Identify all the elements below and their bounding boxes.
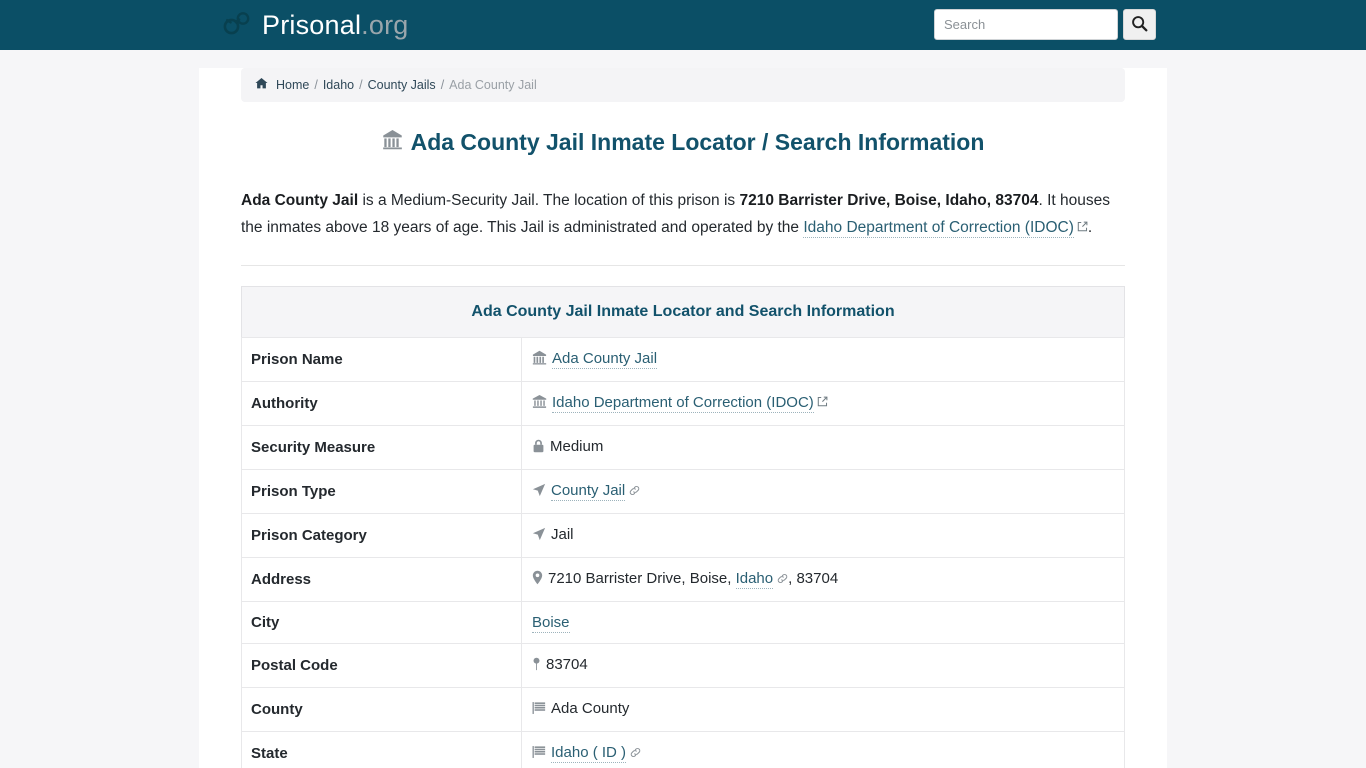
- table-row: Prison Category Jail: [241, 513, 1125, 558]
- home-icon: [255, 77, 268, 93]
- search-icon: [1131, 15, 1148, 35]
- external-link-icon: [1077, 219, 1088, 236]
- jail-building-icon: [532, 350, 547, 369]
- postal-code-value: 83704: [546, 656, 588, 674]
- breadcrumb-item-current: Ada County Jail: [449, 78, 537, 92]
- state-link[interactable]: Idaho ( ID ): [551, 744, 627, 764]
- intro-text-3: .: [1087, 218, 1093, 236]
- table-row: Security Measure Medium: [241, 425, 1125, 470]
- row-value-postal-code: 83704: [521, 643, 1125, 688]
- external-link-icon: [817, 394, 828, 411]
- table-caption: Ada County Jail Inmate Locator and Searc…: [241, 286, 1125, 338]
- table-row: County Ada County: [241, 687, 1125, 732]
- brand-name: Prisonal: [262, 9, 362, 40]
- intro-text-1: is a Medium-Security Jail. The location …: [358, 191, 740, 209]
- chain-link-icon: [777, 571, 788, 588]
- intro-paragraph: Ada County Jail is a Medium-Security Jai…: [241, 188, 1125, 241]
- row-value-prison-name: Ada County Jail: [521, 337, 1125, 382]
- row-value-prison-type: County Jail: [521, 469, 1125, 514]
- address-state-link[interactable]: Idaho: [735, 570, 774, 590]
- table-row: State Idaho ( ID ): [241, 731, 1125, 768]
- location-arrow-icon: [532, 528, 546, 545]
- row-value-county: Ada County: [521, 687, 1125, 732]
- authority-link[interactable]: Idaho Department of Correction (IDOC): [552, 394, 814, 414]
- brand-tld: .org: [361, 9, 409, 40]
- prison-name-link[interactable]: Ada County Jail: [552, 350, 658, 370]
- brand-title: Prisonal.org: [262, 9, 409, 40]
- handcuffs-icon: [222, 10, 252, 41]
- jail-building-icon: [382, 128, 403, 158]
- intro-prison-name: Ada County Jail: [241, 191, 359, 209]
- row-label-authority: Authority: [241, 381, 522, 426]
- flag-icon: [532, 746, 546, 763]
- table-row: Prison Name Ada County Jail: [241, 337, 1125, 382]
- map-pin-icon: [532, 570, 543, 589]
- chain-link-icon: [630, 745, 641, 762]
- page-container: Home / Idaho / County Jails / Ada County…: [199, 68, 1167, 768]
- page-title-text: Ada County Jail Inmate Locator / Search …: [410, 129, 985, 155]
- search-button[interactable]: [1123, 9, 1156, 40]
- prison-info-table: Prison Name Ada County Jail Authority Id…: [241, 337, 1125, 768]
- row-label-address: Address: [241, 557, 522, 602]
- map-marker-icon: [532, 657, 541, 675]
- row-label-prison-category: Prison Category: [241, 513, 522, 558]
- row-value-authority: Idaho Department of Correction (IDOC): [521, 381, 1125, 426]
- site-header: Prisonal.org: [0, 0, 1366, 50]
- row-value-security-measure: Medium: [521, 425, 1125, 470]
- table-row: Address 7210 Barrister Drive, Boise, Ida…: [241, 557, 1125, 602]
- row-value-state: Idaho ( ID ): [521, 731, 1125, 768]
- row-label-state: State: [241, 731, 522, 768]
- flag-icon: [532, 702, 546, 719]
- breadcrumb-separator: /: [359, 78, 363, 92]
- breadcrumb-separator: /: [440, 78, 445, 92]
- breadcrumb-separator: /: [314, 78, 318, 92]
- row-value-prison-category: Jail: [521, 513, 1125, 558]
- content-divider: [241, 265, 1125, 267]
- row-label-city: City: [241, 601, 522, 644]
- row-label-county: County: [241, 687, 522, 732]
- address-text: 7210 Barrister Drive, Boise,: [548, 570, 736, 588]
- prison-type-link[interactable]: County Jail: [551, 482, 626, 502]
- city-link[interactable]: Boise: [532, 614, 570, 634]
- row-value-address: 7210 Barrister Drive, Boise, Idaho , 8370…: [521, 557, 1125, 602]
- row-label-postal-code: Postal Code: [241, 643, 522, 688]
- address-suffix: , 83704: [788, 570, 839, 588]
- search-input[interactable]: [934, 9, 1118, 40]
- row-label-prison-type: Prison Type: [241, 469, 522, 514]
- county-value: Ada County: [551, 700, 630, 718]
- breadcrumb: Home / Idaho / County Jails / Ada County…: [241, 68, 1125, 102]
- chain-link-icon: [629, 483, 640, 500]
- table-row: Authority Idaho Department of Correction…: [241, 381, 1125, 426]
- row-label-security-measure: Security Measure: [241, 425, 522, 470]
- location-arrow-icon: [532, 484, 546, 501]
- intro-authority-link[interactable]: Idaho Department of Correction (IDOC): [803, 218, 1074, 238]
- bank-icon: [532, 395, 547, 413]
- intro-address: 7210 Barrister Drive, Boise, Idaho, 8370…: [739, 191, 1039, 209]
- search-area: [934, 9, 1156, 40]
- table-row: Prison Type County Jail: [241, 469, 1125, 514]
- table-row: City Boise: [241, 601, 1125, 644]
- brand-logo-link[interactable]: Prisonal.org: [222, 10, 408, 41]
- table-row: Postal Code 83704: [241, 643, 1125, 688]
- breadcrumb-item-idaho[interactable]: Idaho: [323, 78, 354, 92]
- breadcrumb-item-county-jails[interactable]: County Jails: [368, 78, 436, 92]
- row-value-city: Boise: [521, 601, 1125, 644]
- prison-category-value: Jail: [551, 526, 574, 544]
- security-measure-value: Medium: [550, 438, 604, 456]
- page-title: Ada County Jail Inmate Locator / Search …: [241, 128, 1125, 158]
- row-label-prison-name: Prison Name: [241, 337, 522, 382]
- lock-icon: [532, 439, 545, 457]
- breadcrumb-item-home[interactable]: Home: [276, 78, 309, 92]
